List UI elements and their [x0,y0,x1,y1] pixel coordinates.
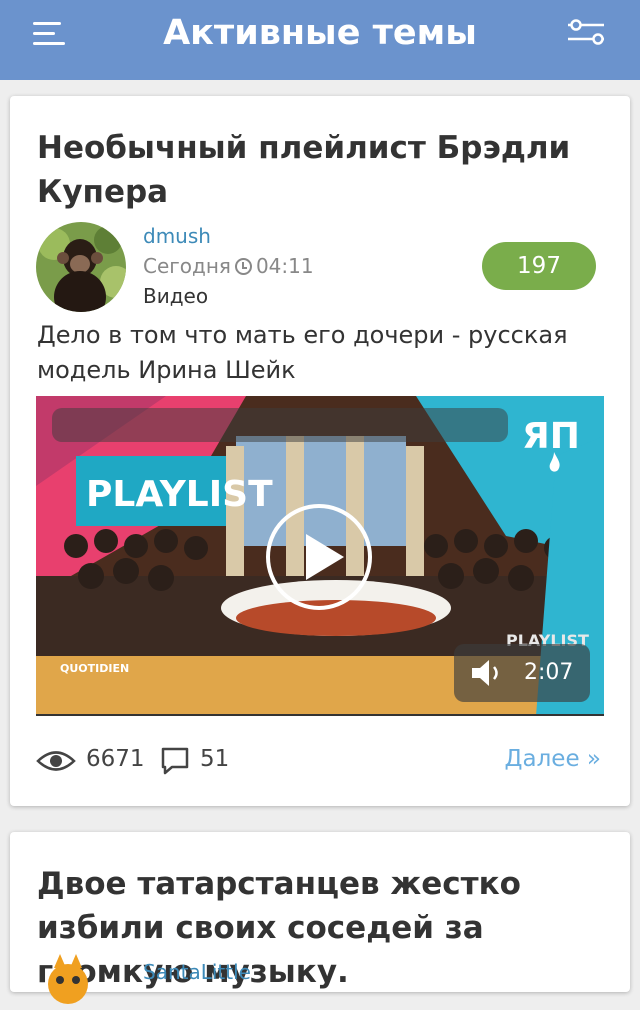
channel-logo-icon: ЯП [522,408,594,474]
read-more-link[interactable]: Далее » [505,746,601,772]
thumbnail-playlist-text: PLAYLIST [86,474,273,515]
video-duration-pill: 2:07 [454,644,590,702]
video-duration: 2:07 [524,660,574,685]
avatar[interactable] [40,950,96,1006]
clock-icon [234,258,252,275]
post-card[interactable]: Двое татарстанцев жестко избили своих со… [10,832,630,1004]
avatar[interactable] [36,222,126,312]
post-time-value: 04:11 [255,254,314,278]
post-time: Сегодня 04:11 [143,254,314,278]
speaker-icon[interactable] [470,658,506,688]
post-card[interactable]: Необычный плейлист Брэдли Купера dmush С… [10,96,630,806]
rating-badge: 197 [482,242,596,290]
eye-icon [36,748,76,774]
channel-logo-text: ЯП [522,416,580,457]
post-summary: Дело в том что мать его дочери - русская… [37,321,568,384]
author-link[interactable]: SantaLittle [143,960,251,984]
app-header: Активные темы [0,0,640,80]
page-title: Активные темы [163,13,477,53]
filter-sliders-icon[interactable] [564,14,614,50]
post-title[interactable]: Необычный плейлист Брэдли Купера [37,126,612,214]
thumbnail-quotidien-text: QUOTIDIEN [60,662,129,675]
comments-count[interactable]: 51 [200,746,229,772]
play-icon[interactable] [266,504,372,610]
views-count: 6671 [86,746,145,772]
post-date: Сегодня [143,254,231,278]
post-category[interactable]: Видео [143,284,208,308]
post-stats: 6671 51 Далее » [36,744,611,780]
author-link[interactable]: dmush [143,224,211,248]
video-player[interactable]: PLAYLIST QUOTIDIEN PLAYLIST ЯП 2:07 [36,396,604,716]
video-divider [36,714,604,716]
post-title[interactable]: Двое татарстанцев жестко избили своих со… [37,862,612,994]
comment-icon[interactable] [160,746,190,776]
